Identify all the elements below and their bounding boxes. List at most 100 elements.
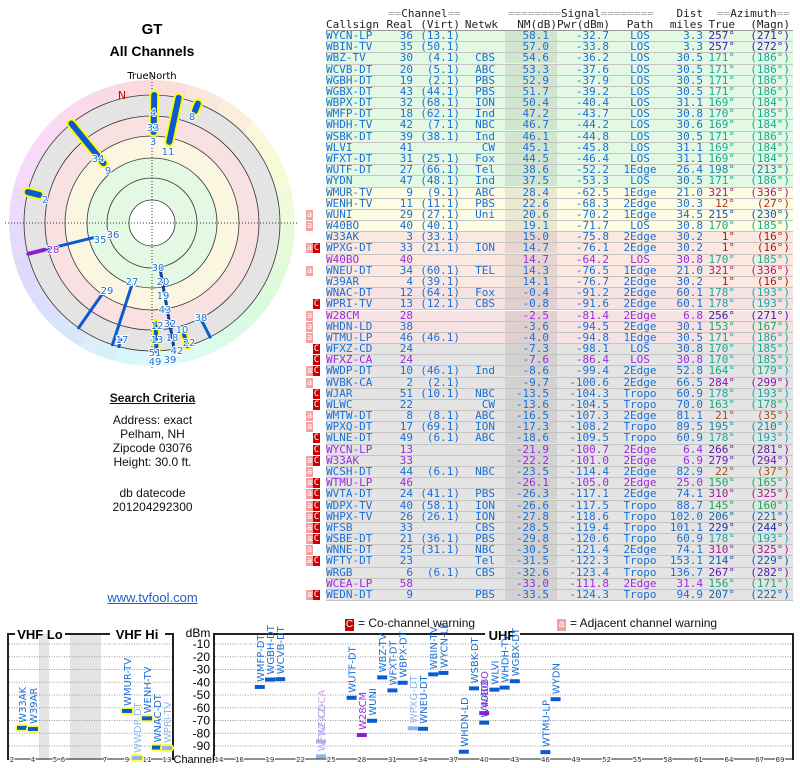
table-row[interactable]: WMUR-TV 9 (9.1) ABC 28.4 -62.5 1Edge 21.0 321° (3… xyxy=(0,187,793,199)
signal-bar-label: WMUR-TV xyxy=(123,658,134,706)
uhf-channel-tick: 40 xyxy=(480,756,489,764)
network: NBC xyxy=(475,465,495,479)
uhf-channel-tick: 25 xyxy=(327,756,336,764)
signal-bar xyxy=(407,726,418,731)
adjacent-warning-icon: a xyxy=(306,221,313,232)
signal-bar-label: W40BO xyxy=(480,671,491,708)
virtual-channel: (12.1) xyxy=(420,297,460,311)
table-row[interactable]: a W28CM 28 -2.5 -81.4 2Edge 6.8 256° (271°) xyxy=(0,310,793,322)
table-row[interactable]: C WFXZ-CD 24 -7.3 -98.1 LOS 30.8 170° (185°) xyxy=(0,343,793,356)
signal-bar-label: WUTF-DT xyxy=(348,645,359,692)
table-row[interactable]: WMFP-DT 18 (62.1) Ind 47.2 -43.7 LOS 30.8 170° (1… xyxy=(0,109,793,121)
co-channel-warning-icon: C xyxy=(313,355,320,366)
signal-bar xyxy=(162,746,172,751)
table-row[interactable]: WNAC-DT 12 (64.1) Fox -0.4 -91.2 2Edge 60.1 178°… xyxy=(0,287,793,300)
co-channel-warning-icon: C xyxy=(313,444,320,455)
uhf-channel-tick: 14 xyxy=(215,756,224,764)
co-channel-warning-icon: C xyxy=(313,590,320,600)
table-row[interactable]: WBPX-DT 32 (68.1) ION 50.4 -40.4 LOS 31.1 169° (1… xyxy=(0,97,793,110)
table-row[interactable]: a WNEU-DT 34 (60.1) TEL 14.3 -76.5 1Edge 21.0 321… xyxy=(0,265,793,277)
table-row[interactable]: a C WVTA-DT 24 (41.1) PBS -26.3 -117.1 2Edge 74.1… xyxy=(0,489,793,501)
table-row[interactable]: a WMTW-DT 8 (8.1) ABC -16.5 -107.3 2Edge 81.1 21°… xyxy=(0,410,793,423)
signal-bar-label: WLVI xyxy=(490,660,501,684)
table-row[interactable]: WCEA-LP 58 -33.0 -111.8 2Edge 31.4 156° (171°) xyxy=(0,578,793,590)
table-row[interactable]: WRGB 6 (6.1) CBS -32.6 -123.4 Tropo 136.7 267° (2… xyxy=(0,567,793,579)
adjacent-warning-icon: a xyxy=(306,366,313,377)
uhf-channel-tick: 46 xyxy=(541,756,550,764)
table-row[interactable]: W33AK 3 (33.1) 15.0 -75.8 2Edge 30.2 1° (16°) xyxy=(0,231,793,244)
table-row[interactable]: WYDN 47 (48.1) Ind 37.5 -53.3 LOS 30.5 171° (186°… xyxy=(0,176,793,188)
co-channel-warning-icon: C xyxy=(313,455,320,466)
table-row[interactable]: a WTMU-LP 46 (46.1) -4.0 -94.8 1Edge 30.5 171° (1… xyxy=(0,330,793,345)
vhf-channel-tick: 5 xyxy=(53,756,57,764)
table-row[interactable]: WBIN-TV 35 (50.1) 57.0 -33.8 LOS 3.3 257° (272°) xyxy=(0,41,793,54)
co-channel-warning-icon: C xyxy=(313,388,320,399)
table-row[interactable]: WBZ-TV 30 (4.1) CBS 54.6 -36.2 LOS 30.5 171° (186… xyxy=(0,53,793,65)
co-channel-warning-icon: C xyxy=(313,299,320,310)
table-row[interactable]: WSBK-DT 39 (38.1) Ind 46.1 -44.8 LOS 30.5 171° (1… xyxy=(0,131,793,143)
table-row[interactable]: a C WFSB 33 CBS -28.5 -119.4 Tropo 101.1 229° (244… xyxy=(0,522,793,535)
callsign: WEDN-DT xyxy=(326,588,373,601)
table-row[interactable]: a WHDN-LD 38 -3.6 -94.5 2Edge 30.1 153° (167°) xyxy=(0,321,793,333)
vhf-channel-tick: 4 xyxy=(31,756,36,764)
table-row[interactable]: WFXT-DT 31 (25.1) Fox 44.5 -46.4 LOS 31.1 169° (1… xyxy=(0,153,793,166)
table-row[interactable]: a WUNI 29 (27.1) Uni 20.6 -70.2 1Edge 34.5 215° (2… xyxy=(0,209,793,222)
vhf-hi-title: VHF Hi xyxy=(116,627,159,642)
table-row[interactable]: a C WTMU-LP 46 -26.1 -105.0 2Edge 25.0 150° (165°… xyxy=(0,477,793,490)
table-row[interactable]: WYCN-LP 36 (13.1) 58.1 -32.7 LOS 3.3 257° (271°) xyxy=(0,30,793,43)
table-row[interactable]: WUTF-DT 27 (66.1) Tel 38.6 -52.2 1Edge 26.4 198°… xyxy=(0,164,793,177)
signal-bar xyxy=(387,688,398,693)
adjacent-warning-icon: a xyxy=(306,422,313,433)
table-row[interactable]: WGBX-DT 43 (44.1) PBS 51.7 -39.2 LOS 30.5 171° (1… xyxy=(0,86,793,99)
table-row[interactable]: WENH-TV 11 (11.1) PBS 22.6 -68.3 2Edge 30.3 12°(… xyxy=(0,198,793,210)
co-channel-warning-icon: C xyxy=(313,500,320,511)
signal-bar xyxy=(17,725,27,730)
virtual-channel: (26.1) xyxy=(420,509,460,523)
signal-bar xyxy=(438,670,449,675)
table-row[interactable]: a WPXQ-DT 17 (69.1) ION -17.3 -108.2 Tropo 89.5 1… xyxy=(0,422,793,434)
virtual-channel: (6.1) xyxy=(426,465,460,479)
signal-bar xyxy=(316,754,326,759)
table-row[interactable]: WLVI 41 CW 45.1 -45.8 LOS 31.1 169° (184°) xyxy=(0,142,793,154)
table-row[interactable]: a C WPXG-DT 33 (21.1) ION 14.7 -76.1 2Edge 30.2 1°… xyxy=(0,243,793,255)
table-row[interactable]: WHDH-TV 42 (7.1) NBC 46.7 -44.2 LOS 30.6 169° (18… xyxy=(0,120,793,132)
unused-band xyxy=(39,634,49,760)
signal-bar-label: W39AR xyxy=(29,688,40,724)
signal-bar xyxy=(499,685,510,690)
adjacent-warning-icon: a xyxy=(306,500,313,511)
adjacent-warning-icon: a xyxy=(306,455,313,466)
adjacent-warning-icon: a xyxy=(306,321,313,332)
table-row[interactable]: C WFXZ-CA 24 -7.6 -86.4 LOS 30.8 170° (185°) xyxy=(0,354,793,367)
adjacent-warning-icon: a xyxy=(306,590,313,600)
table-row[interactable]: a C W33AK 33 -22.2 -101.0 2Edge 6.9 279° (294°) xyxy=(0,455,793,467)
virtual-channel: (31.1) xyxy=(420,543,460,557)
signal-bar-label: WWDP-DT xyxy=(133,701,144,753)
distance-miles: 94.9 xyxy=(676,588,704,601)
table-row[interactable]: a WCSH-DT 44 (6.1) NBC -23.5 -114.4 2Edge 82.9 22… xyxy=(0,465,793,479)
table-row[interactable]: W39AR 4 (39.1) 14.1 -76.7 2Edge 30.2 1° (16°) xyxy=(0,276,793,289)
table-row[interactable]: a WVBK-CA 2 (2.1) -9.7 -100.6 2Edge 66.5 284° (29… xyxy=(0,377,793,389)
signal-bar xyxy=(346,695,357,700)
table-row[interactable]: a C WEDN-DT 9 PBS -33.5 -124.3 Tropo 94.9 207° (22… xyxy=(0,588,793,602)
co-channel-warning-icon: C xyxy=(313,478,320,489)
signal-bar-label: WGBH-DT xyxy=(266,624,277,674)
table-row[interactable]: C WPRI-TV 13 (12.1) CBS -0.8 -91.6 2Edge 60.1 178… xyxy=(0,297,793,311)
table-row[interactable]: W40BO 40 14.7 -64.2 LOS 30.8 170° (185°) xyxy=(0,254,793,266)
adjacent-warning-icon: a xyxy=(306,467,313,478)
signal-bar xyxy=(132,755,142,760)
vhf-lo-title: VHF Lo xyxy=(17,627,63,642)
adjacent-warning-icon: a xyxy=(306,556,313,567)
unused-band xyxy=(70,634,101,760)
table-row[interactable]: C WLWC 22 CW -13.6 -104.5 Tropo 70.0 163° (178°) xyxy=(0,399,793,412)
table-row[interactable]: WGBH-DT 19 (2.1) PBS 52.9 -37.9 LOS 30.5 171° (18… xyxy=(0,75,793,87)
table-row[interactable]: C WLNE-DT 49 (6.1) ABC -18.6 -109.5 Tropo 60.9 17… xyxy=(0,433,793,445)
table-row[interactable]: a C WWDP-DT 10 (46.1) Ind -8.6 -99.4 2Edge 52.8 16… xyxy=(0,366,793,378)
table-row[interactable]: C WYCN-LP 13 -21.9 -100.7 2Edge 6.4 266° (281°) xyxy=(0,444,793,456)
table-row[interactable]: C WJAR 51 (10.1) NBC -13.5 -104.3 Tropo 60.9 178°… xyxy=(0,388,793,400)
vhf-channel-tick: 6 xyxy=(61,756,66,764)
table-row[interactable]: WCVB-DT 20 (5.1) ABC 53.3 -37.6 LOS 30.5 171° (18… xyxy=(0,64,793,76)
virtual-channel: (46.1) xyxy=(420,330,460,344)
table-row[interactable]: a C WSBE-DT 21 (36.1) PBS -29.8 -120.6 Tropo 60.9… xyxy=(0,533,793,546)
uhf-channel-tick: 37 xyxy=(449,756,458,764)
table-row[interactable]: a W40BO 40 (40.1) 19.1 -71.7 LOS 30.8 170° (185°) xyxy=(0,220,793,233)
